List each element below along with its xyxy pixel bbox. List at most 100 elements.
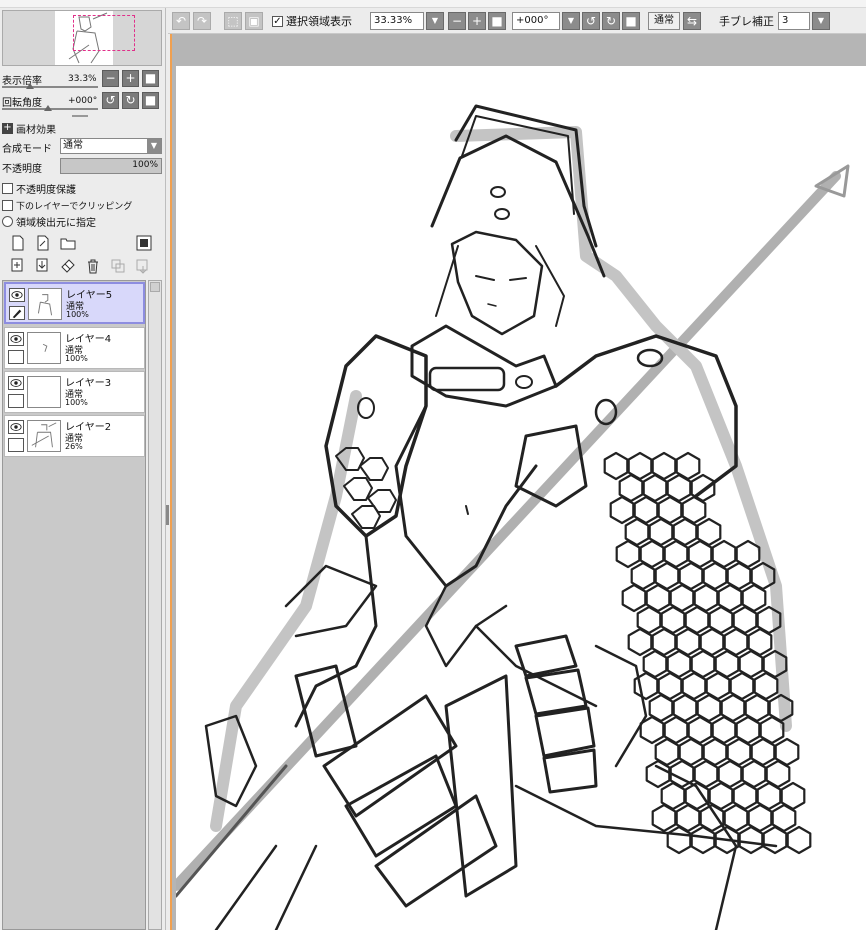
layer-opacity: 100%	[66, 310, 89, 319]
layer-row[interactable]: レイヤー2 通常 26%	[4, 415, 145, 457]
lock-checkbox[interactable]	[8, 350, 24, 364]
opacity-value: 100%	[132, 160, 158, 170]
stop-icon: ■	[491, 14, 503, 28]
lock-checkbox[interactable]	[8, 394, 24, 408]
hex-plate	[645, 759, 671, 789]
blend-mode-select[interactable]: 通常 ▼	[60, 138, 162, 154]
menu-item[interactable]: ▔▔▔	[240, 0, 265, 6]
clear-layer-icon[interactable]	[60, 258, 76, 274]
layer-mask-icon[interactable]	[136, 235, 152, 251]
rotate-reset-button[interactable]: ■	[142, 92, 159, 109]
layer-row[interactable]: レイヤー4 通常 100%	[4, 327, 145, 369]
normal-view-button[interactable]: 通常	[648, 12, 680, 30]
hex-plate	[690, 825, 716, 855]
expand-plus-icon[interactable]: +	[2, 122, 13, 134]
redo-button[interactable]: ↷	[193, 12, 211, 30]
menu-bar[interactable]: ▔▔▔ ▔▔▔ ▔▔▔ ▔▔▔ ▔▔▔ ▔▔▔ ▔▔▔	[0, 0, 866, 8]
toolbar-rotate-left-button[interactable]: ↺	[582, 12, 600, 30]
combine-selection-icon[interactable]	[110, 258, 126, 274]
visibility-eye-icon[interactable]	[8, 332, 24, 346]
navigator-preview[interactable]	[2, 10, 162, 66]
new-folder-icon[interactable]	[60, 235, 76, 251]
texture-row[interactable]: + 画材効果	[2, 119, 164, 137]
clip-checkbox[interactable]	[2, 199, 13, 211]
menu-item[interactable]: ▔▔▔	[430, 0, 455, 6]
layer-thumbnail	[28, 288, 62, 320]
zoom-in-button[interactable]: +	[122, 70, 139, 87]
selection-source-row[interactable]: 領域検出元に指定	[2, 212, 164, 230]
flip-view-button[interactable]: ⇆	[683, 12, 701, 30]
stop-icon: ■	[144, 71, 157, 85]
layer-thumbnail	[27, 376, 61, 408]
merge-down-icon[interactable]	[35, 258, 51, 274]
stabilizer-group: 手ブレ補正 3 ▼	[719, 12, 830, 30]
panel-splitter[interactable]	[166, 505, 169, 525]
rotate-left-button[interactable]: ↺	[102, 92, 119, 109]
toolbar-zoom-in-button[interactable]: +	[468, 12, 486, 30]
invert-selection-button[interactable]: ▣	[245, 12, 263, 30]
rotation-value: +000°	[68, 96, 98, 106]
zoom-slider-knob[interactable]	[26, 83, 34, 89]
zoom-field[interactable]: 33.33%	[370, 12, 424, 30]
rotate-left-icon: ↺	[585, 14, 597, 28]
opacity-slider[interactable]: 100%	[60, 158, 162, 174]
canvas-area[interactable]	[170, 34, 866, 930]
menu-item[interactable]: ▔▔▔	[330, 0, 355, 6]
trash-icon[interactable]	[85, 258, 101, 274]
menu-item[interactable]: ▔▔▔	[150, 0, 175, 6]
hex-plate	[609, 495, 635, 525]
scroll-up-icon[interactable]	[150, 282, 160, 292]
layer-opacity: 26%	[65, 442, 83, 451]
layer-list-scrollbar[interactable]	[148, 280, 162, 930]
toolbar-rotate-right-button[interactable]: ↻	[602, 12, 620, 30]
toolbar-rotate-reset-button[interactable]: ■	[622, 12, 640, 30]
lock-checkbox[interactable]	[8, 438, 24, 452]
zoom-group: 33.33% ▼ − + ■	[370, 12, 506, 30]
menu-item[interactable]: ▔▔▔	[6, 0, 31, 6]
preserve-opacity-row[interactable]: 不透明度保護	[2, 179, 164, 197]
stabilizer-select[interactable]: 3	[778, 12, 810, 30]
hex-plate	[615, 539, 641, 569]
preserve-opacity-checkbox[interactable]	[2, 182, 13, 194]
drawing-canvas[interactable]	[171, 66, 866, 930]
layer-row[interactable]: レイヤー3 通常 100%	[4, 371, 145, 413]
rotation-slider-knob[interactable]	[44, 105, 52, 111]
merge-visible-icon[interactable]	[135, 258, 151, 274]
blend-mode-value: 通常	[63, 140, 83, 151]
rotate-right-button[interactable]: ↻	[122, 92, 139, 109]
layer-list[interactable]: レイヤー5 通常 100% レイヤー4 通常 100% レイヤー3 通常 100…	[2, 280, 146, 930]
transfer-down-icon[interactable]	[10, 258, 26, 274]
new-layer-icon[interactable]	[10, 235, 26, 251]
toolbar: ↶ ↷ ⬚ ▣ ✓ 選択領域表示 33.33% ▼ − + ■ +000° ▼ …	[168, 8, 866, 34]
visibility-eye-icon[interactable]	[9, 288, 25, 302]
stop-icon: ■	[144, 93, 157, 107]
zoom-reset-button[interactable]: ■	[142, 70, 159, 87]
rotation-row: 回転角度 +000° ↺ ↻ ■	[2, 92, 164, 110]
navigator-view-rect[interactable]	[73, 15, 135, 51]
toolbar-zoom-reset-button[interactable]: ■	[488, 12, 506, 30]
rotate-right-icon: ↻	[605, 14, 617, 28]
pen-icon[interactable]	[9, 306, 25, 320]
menu-item[interactable]: ▔▔▔	[520, 0, 545, 6]
menu-item[interactable]: ▔▔▔	[80, 0, 105, 6]
zoom-slider[interactable]	[2, 86, 98, 88]
toolbar-zoom-out-button[interactable]: −	[448, 12, 466, 30]
rotate-dropdown-button[interactable]: ▼	[562, 12, 580, 30]
zoom-out-button[interactable]: −	[102, 70, 119, 87]
selection-show-checkbox[interactable]: ✓	[272, 15, 283, 27]
selection-source-radio[interactable]	[2, 215, 13, 227]
undo-button[interactable]: ↶	[172, 12, 190, 30]
stabilizer-dropdown-button[interactable]: ▼	[812, 12, 830, 30]
texture-label: 画材効果	[16, 124, 56, 136]
visibility-eye-icon[interactable]	[8, 376, 24, 390]
layer-row[interactable]: レイヤー5 通常 100%	[4, 282, 145, 324]
minus-icon: −	[451, 14, 463, 28]
rotate-field[interactable]: +000°	[512, 12, 560, 30]
chevron-down-icon: ▼	[817, 16, 825, 25]
hex-plate	[666, 825, 692, 855]
new-linework-layer-icon[interactable]	[35, 235, 51, 251]
visibility-eye-icon[interactable]	[8, 420, 24, 434]
zoom-dropdown-button[interactable]: ▼	[426, 12, 444, 30]
deselect-button[interactable]: ⬚	[224, 12, 242, 30]
selection-show-toggle[interactable]: ✓ 選択領域表示	[272, 12, 352, 30]
